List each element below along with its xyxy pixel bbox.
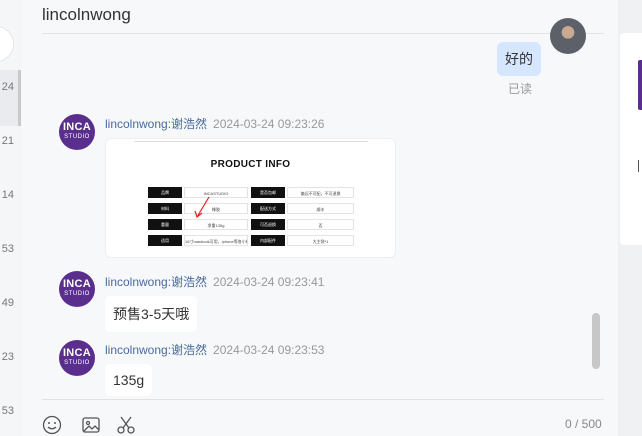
selected-conversation-indicator bbox=[0, 70, 21, 126]
avatar-logo-line1: INCA bbox=[62, 278, 92, 290]
conversation-badge-date[interactable]: 49 bbox=[0, 297, 14, 309]
spec-value: 16寸macbook可用，iphone等各小机，A4纸张，保温杯 bbox=[184, 235, 248, 246]
avatar-logo-line2: STUDIO bbox=[64, 291, 90, 297]
spec-value: 偏远不可配，不可退换 bbox=[287, 187, 354, 198]
avatar-logo-line1: INCA bbox=[62, 121, 92, 133]
product-info-title: PRODUCT INFO bbox=[210, 159, 291, 170]
conversation-badge-date[interactable]: 53 bbox=[0, 243, 14, 255]
message-bubble[interactable]: 预售3-5天哦 bbox=[105, 296, 198, 332]
message-meta: lincolnwong:谢浩然 2024-03-24 09:23:26 bbox=[105, 115, 324, 132]
spec-key: 内部配件 bbox=[251, 235, 285, 246]
avatar-logo-line1: INCA bbox=[62, 347, 92, 359]
product-info-row: 材料 橡胶 配送方式 顺丰 bbox=[148, 203, 354, 214]
product-info-row: 重量 净重135g 可否退换 否 bbox=[148, 219, 354, 230]
read-status: 已读 bbox=[508, 82, 533, 96]
message-bubble[interactable]: 135g bbox=[105, 364, 153, 396]
message-meta: lincolnwong:谢浩然 2024-03-24 09:23:53 bbox=[105, 341, 324, 358]
chat-scrollbar[interactable] bbox=[592, 313, 600, 369]
character-counter: 0 / 500 bbox=[565, 417, 602, 431]
search-circle[interactable] bbox=[0, 26, 14, 62]
spec-value: 否 bbox=[287, 219, 354, 230]
conversation-badge-date[interactable]: 21 bbox=[0, 135, 14, 147]
spec-key: 适用 bbox=[148, 235, 182, 246]
avatar-logo-line2: STUDIO bbox=[64, 134, 90, 140]
message-meta: lincolnwong:谢浩然 2024-03-24 09:23:41 bbox=[105, 273, 324, 290]
product-info-image[interactable]: PRODUCT INFO 品牌 INCASTUDIO 是否包邮 偏远不可配，不可… bbox=[105, 138, 396, 258]
conversation-badge-date[interactable]: 14 bbox=[0, 189, 14, 201]
self-message-bubble[interactable]: 好的 bbox=[497, 42, 541, 76]
message-time: 2024-03-24 09:23:53 bbox=[213, 343, 325, 357]
sender-name: lincolnwong:谢浩然 bbox=[105, 343, 208, 357]
chat-panel: lincolnwong 好的 已读 INCA STUDIO lincolnwon… bbox=[22, 0, 618, 436]
product-thumbnail[interactable] bbox=[638, 60, 642, 110]
image-divider bbox=[134, 141, 368, 142]
emoji-icon[interactable] bbox=[42, 415, 62, 435]
chat-title: lincolnwong bbox=[42, 5, 131, 24]
annotation-arrow bbox=[194, 196, 210, 219]
conversation-badge-date[interactable]: 53 bbox=[0, 405, 14, 417]
input-divider bbox=[42, 399, 604, 400]
product-info-row: 品牌 INCASTUDIO 是否包邮 偏远不可配，不可退换 bbox=[148, 187, 354, 198]
conversation-badge-date[interactable]: 24 bbox=[0, 81, 14, 93]
spec-key: 重量 bbox=[148, 219, 182, 230]
sender-avatar[interactable]: INCA STUDIO bbox=[59, 114, 95, 150]
spec-key: 材料 bbox=[148, 203, 182, 214]
spec-key: 配送方式 bbox=[251, 203, 285, 214]
image-icon[interactable] bbox=[81, 415, 101, 435]
self-avatar[interactable] bbox=[550, 18, 586, 54]
sender-name: lincolnwong:谢浩然 bbox=[105, 275, 208, 289]
sender-name: lincolnwong:谢浩然 bbox=[105, 117, 208, 131]
spec-value: 顺丰 bbox=[287, 203, 354, 214]
avatar-logo-line2: STUDIO bbox=[64, 360, 90, 366]
conversation-list-strip: 24 21 14 53 49 23 53 bbox=[0, 0, 23, 436]
spec-key: 品牌 bbox=[148, 187, 182, 198]
scissors-icon[interactable] bbox=[116, 415, 136, 435]
message-time: 2024-03-24 09:23:41 bbox=[213, 275, 325, 289]
spec-key: 是否包邮 bbox=[251, 187, 285, 198]
conversation-badge-date[interactable]: 23 bbox=[0, 351, 14, 363]
sender-avatar[interactable]: INCA STUDIO bbox=[59, 271, 95, 307]
right-panel bbox=[618, 0, 642, 436]
spec-key: 可否退换 bbox=[251, 219, 285, 230]
text-cursor-mark bbox=[638, 160, 639, 172]
spec-value: 净重135g bbox=[184, 219, 248, 230]
chat-header: lincolnwong bbox=[42, 0, 604, 34]
product-info-row: 适用 16寸macbook可用，iphone等各小机，A4纸张，保温杯 内部配件… bbox=[148, 235, 354, 246]
spec-value: 大主袋*1 bbox=[287, 235, 354, 246]
message-time: 2024-03-24 09:23:26 bbox=[213, 117, 325, 131]
sender-avatar[interactable]: INCA STUDIO bbox=[59, 340, 95, 376]
